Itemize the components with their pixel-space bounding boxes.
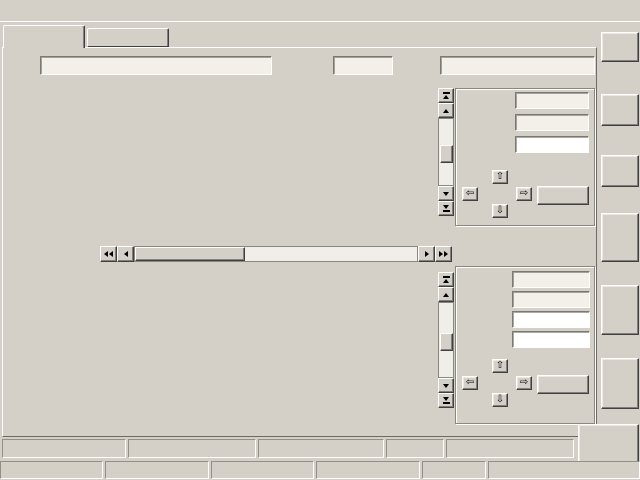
- repetition-chart: [88, 264, 440, 417]
- jitter-scroll-top-button[interactable]: [438, 88, 454, 103]
- menu-view[interactable]: [17, 3, 31, 9]
- status2-cell-1: [0, 461, 103, 479]
- status-cell-empty-1: [2, 439, 126, 458]
- status2-config: [422, 461, 486, 479]
- status-measurement: [128, 439, 256, 458]
- menu-bar: [0, 0, 640, 22]
- time-hscrollbar[interactable]: [100, 246, 452, 262]
- jitter-scale-left-button[interactable]: ⇦: [462, 187, 478, 201]
- limit-field[interactable]: [515, 136, 589, 153]
- scroll-far-right-button[interactable]: [435, 246, 452, 262]
- status2-cell-6: [488, 461, 640, 479]
- arrow-up-icon: [443, 279, 449, 283]
- arrow-up-icon: [443, 109, 449, 113]
- arrow-right-icon: [439, 251, 443, 257]
- status-elapsed-time: [446, 439, 574, 458]
- jitter-scroll-thumb[interactable]: [440, 145, 453, 163]
- arrow-left-icon: [109, 251, 113, 257]
- arrow-left-icon: [104, 251, 108, 257]
- jitter-scale-down-button[interactable]: ⇩: [492, 204, 508, 218]
- arrow-up-icon: [443, 293, 449, 297]
- lim-lower-field[interactable]: [512, 331, 590, 348]
- arrow-down-icon: [443, 397, 449, 401]
- bar-icon: [443, 92, 450, 94]
- status-running-badge: [386, 439, 444, 458]
- rep-scroll-track[interactable]: [438, 302, 454, 378]
- arrow-right-icon: [425, 251, 429, 257]
- status2-history-indicator: [316, 461, 420, 479]
- arrow-down-icon: ⇩: [496, 206, 504, 216]
- bar-icon: [443, 210, 450, 212]
- scroll-left-button[interactable]: [117, 246, 134, 262]
- rep-rescale-button[interactable]: [537, 375, 589, 394]
- pcr-pid-field[interactable]: [333, 56, 393, 75]
- arrow-right-icon: [444, 251, 448, 257]
- status-profile: [258, 439, 384, 458]
- jitter-scroll-up-button[interactable]: [438, 103, 454, 118]
- jitter-scale-right-button[interactable]: ⇨: [516, 187, 532, 201]
- max-field: [512, 271, 590, 288]
- jitter-scroll-down-button[interactable]: [438, 186, 454, 201]
- stop-button[interactable]: [601, 94, 639, 126]
- arrow-up-icon: ⇧: [496, 172, 504, 182]
- arrow-left-icon: ⇦: [466, 378, 474, 388]
- arrow-down-icon: ⇩: [496, 395, 504, 405]
- bar-icon: [443, 402, 450, 404]
- rep-vscrollbar[interactable]: [438, 272, 454, 408]
- jitter-chart: [88, 84, 440, 226]
- rep-scroll-bottom-button[interactable]: [438, 393, 454, 408]
- scroll-track[interactable]: [134, 246, 418, 262]
- menu-file[interactable]: [0, 3, 14, 9]
- arrow-left-icon: [124, 251, 128, 257]
- rep-scroll-down-button[interactable]: [438, 378, 454, 393]
- min-field: [512, 291, 590, 308]
- application-window: ⇧ ⇦ ⇨ ⇩ ⇧ ⇦ ⇨ ⇩: [0, 0, 640, 480]
- arrow-right-icon: ⇨: [520, 378, 528, 388]
- rep-scroll-top-button[interactable]: [438, 272, 454, 287]
- arrow-up-icon: [443, 95, 449, 99]
- blank-button-1[interactable]: [601, 213, 639, 262]
- arrow-down-icon: [443, 205, 449, 209]
- jitter-scroll-bottom-button[interactable]: [438, 201, 454, 216]
- status2-cell-3: [211, 461, 314, 479]
- service-field[interactable]: [40, 56, 272, 75]
- arrow-down-icon: [443, 384, 449, 388]
- neg-pk-field: [515, 114, 589, 131]
- rep-scale-left-button[interactable]: ⇦: [462, 376, 478, 390]
- arrow-left-icon: ⇦: [466, 189, 474, 199]
- pcr-to-field[interactable]: [440, 56, 595, 75]
- blank-button-2[interactable]: [601, 285, 639, 335]
- status2-cell-2: [105, 461, 209, 479]
- rep-scale-right-button[interactable]: ⇨: [516, 376, 532, 390]
- bar-icon: [443, 276, 450, 278]
- scroll-right-button[interactable]: [418, 246, 435, 262]
- tab-pts-analysis[interactable]: [87, 28, 169, 47]
- tab-pcr-analysis[interactable]: [3, 25, 85, 48]
- jitter-rescale-button[interactable]: [537, 186, 589, 205]
- arrow-up-icon: ⇧: [496, 361, 504, 371]
- menu-setup[interactable]: [34, 3, 48, 9]
- lim-upper-field[interactable]: [512, 311, 590, 328]
- arrow-right-icon: ⇨: [520, 189, 528, 199]
- start-button[interactable]: [601, 32, 639, 62]
- scroll-far-left-button[interactable]: [100, 246, 117, 262]
- scroll-thumb[interactable]: [135, 247, 245, 261]
- menu-help[interactable]: [51, 3, 65, 9]
- rep-scroll-thumb[interactable]: [440, 333, 453, 351]
- rep-scale-down-button[interactable]: ⇩: [492, 393, 508, 407]
- clear-button[interactable]: [601, 155, 639, 187]
- rep-scale-up-button[interactable]: ⇧: [492, 359, 508, 373]
- jitter-scale-up-button[interactable]: ⇧: [492, 170, 508, 184]
- arrow-down-icon: [443, 192, 449, 196]
- pos-pk-field: [515, 92, 589, 109]
- blank-button-3[interactable]: [601, 358, 639, 409]
- rep-scroll-up-button[interactable]: [438, 287, 454, 302]
- jitter-vscrollbar[interactable]: [438, 88, 454, 216]
- jitter-scroll-track[interactable]: [438, 118, 454, 186]
